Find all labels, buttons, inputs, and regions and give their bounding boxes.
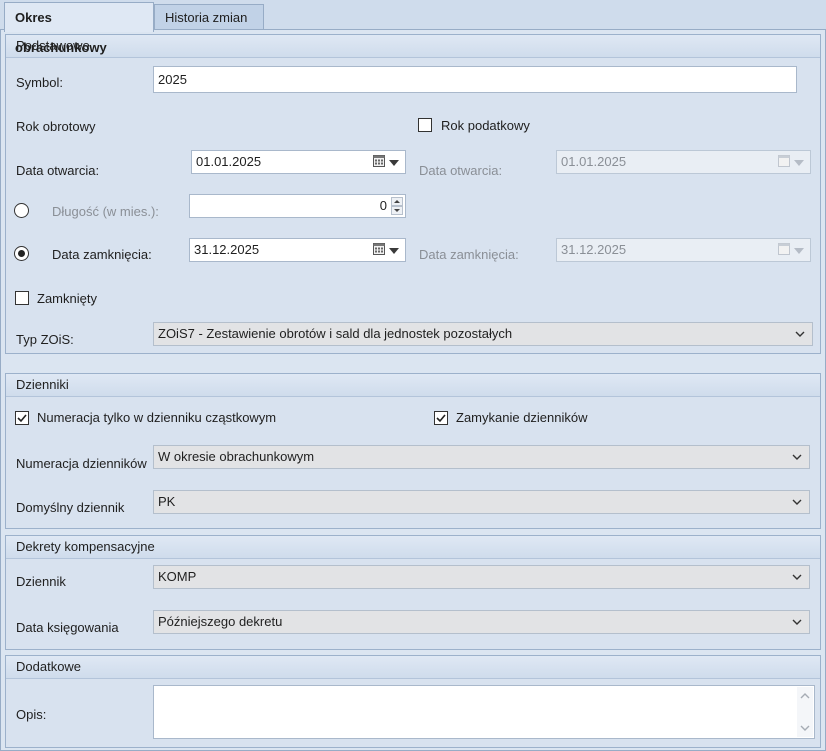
data-otwarcia-date-input[interactable]: 01.01.2025	[191, 150, 406, 174]
dropdown-arrow-icon[interactable]	[389, 248, 399, 254]
dropdown-arrow-icon	[794, 248, 804, 254]
numeracja-dziennikow-value: W okresie obrachunkowym	[158, 449, 315, 464]
tab-okres-obrachunkowy[interactable]: Okres obrachunkowy	[4, 2, 154, 55]
radio-selected-dot	[18, 250, 25, 257]
dlugosc-label: Długość (w mies.):	[52, 204, 159, 219]
calendar-icon[interactable]	[373, 155, 385, 167]
calendar-icon	[778, 243, 790, 255]
chevron-down-icon	[792, 574, 802, 580]
symbol-label: Symbol:	[16, 75, 63, 90]
group-header-podstawowe: Podstawowe	[6, 35, 820, 58]
typ-zois-value: ZOiS7 - Zestawienie obrotów i sald dla j…	[158, 326, 513, 341]
dropdown-arrow-icon	[794, 160, 804, 166]
typ-zois-select[interactable]: ZOiS7 - Zestawienie obrotów i sald dla j…	[153, 322, 813, 346]
zamykanie-label: Zamykanie dzienników	[456, 410, 588, 425]
data-zamkniecia-radio[interactable]	[14, 246, 29, 261]
group-podstawowe: Podstawowe Symbol: 2025 Rok obrotowy Rok…	[5, 34, 821, 354]
numeracja-dziennikow-label: Numeracja dzienników	[16, 456, 147, 471]
zamkniety-label: Zamknięty	[37, 291, 97, 306]
typ-zois-label: Typ ZOiS:	[16, 332, 74, 347]
data-zamkniecia-label: Data zamknięcia:	[52, 247, 152, 262]
calendar-icon	[778, 155, 790, 167]
scroll-down-icon[interactable]	[799, 722, 811, 734]
data-zamkniecia-pod-date-input: 31.12.2025	[556, 238, 811, 262]
data-zamkniecia-pod-value: 31.12.2025	[561, 242, 627, 257]
data-ksiegowania-value: Późniejszego dekretu	[158, 614, 283, 629]
data-zamkniecia-value: 31.12.2025	[194, 242, 260, 257]
dlugosc-value: 0	[379, 198, 387, 213]
dziennik-label: Dziennik	[16, 574, 66, 589]
data-ksiegowania-label: Data księgowania	[16, 620, 119, 635]
checkmark-icon	[436, 414, 446, 423]
zamkniety-checkbox[interactable]	[15, 291, 29, 305]
numeracja-tylko-checkbox[interactable]	[15, 411, 29, 425]
data-ksiegowania-select[interactable]: Późniejszego dekretu	[153, 610, 810, 634]
chevron-down-icon	[795, 331, 805, 337]
checkmark-icon	[17, 414, 27, 423]
zamykanie-checkbox[interactable]	[434, 411, 448, 425]
data-otwarcia-pod-date-input: 01.01.2025	[556, 150, 811, 174]
form-panel: Podstawowe Symbol: 2025 Rok obrotowy Rok…	[0, 29, 826, 751]
rok-obrotowy-label: Rok obrotowy	[16, 119, 96, 134]
group-dzienniki: Dzienniki Numeracja tylko w dzienniku cz…	[5, 373, 821, 529]
tab-historia-zmian[interactable]: Historia zmian	[154, 4, 264, 30]
opis-label: Opis:	[16, 707, 47, 722]
opis-scrollbar[interactable]	[797, 687, 813, 737]
tab-bar: Okres obrachunkowy Historia zmian	[0, 0, 826, 55]
chevron-down-icon	[792, 619, 802, 625]
domyslny-dziennik-value: PK	[158, 494, 176, 509]
domyslny-dziennik-label: Domyślny dziennik	[16, 500, 125, 515]
numeracja-tylko-label: Numeracja tylko w dzienniku cząstkowym	[37, 410, 277, 425]
rok-podatkowy-label: Rok podatkowy	[441, 118, 530, 133]
chevron-down-icon	[792, 454, 802, 460]
opis-textarea[interactable]	[153, 685, 815, 739]
data-zamkniecia-date-input[interactable]: 31.12.2025	[189, 238, 406, 262]
group-header-dodatkowe: Dodatkowe	[6, 656, 820, 679]
data-otwarcia-label: Data otwarcia:	[16, 163, 100, 178]
symbol-input[interactable]: 2025	[153, 66, 797, 93]
group-dekrety: Dekrety kompensacyjne Dziennik KOMP Data…	[5, 535, 821, 650]
dziennik-value: KOMP	[158, 569, 197, 584]
scroll-up-icon[interactable]	[799, 690, 811, 702]
spin-arrows-icon[interactable]	[391, 197, 403, 215]
dlugosc-radio[interactable]	[14, 203, 29, 218]
dropdown-arrow-icon[interactable]	[389, 160, 399, 166]
dziennik-select[interactable]: KOMP	[153, 565, 810, 589]
rok-podatkowy-checkbox[interactable]	[418, 118, 432, 132]
dlugosc-stepper[interactable]: 0	[189, 194, 406, 218]
group-header-dzienniki: Dzienniki	[6, 374, 820, 397]
group-header-dekrety: Dekrety kompensacyjne	[6, 536, 820, 559]
numeracja-dziennikow-select[interactable]: W okresie obrachunkowym	[153, 445, 810, 469]
data-otwarcia-pod-value: 01.01.2025	[561, 154, 627, 169]
chevron-down-icon	[792, 499, 802, 505]
calendar-icon[interactable]	[373, 243, 385, 255]
domyslny-dziennik-select[interactable]: PK	[153, 490, 810, 514]
data-otwarcia-value: 01.01.2025	[196, 154, 262, 169]
group-dodatkowe: Dodatkowe Opis:	[5, 655, 821, 748]
data-otwarcia-pod-label: Data otwarcia:	[419, 163, 503, 178]
data-zamkniecia-pod-label: Data zamknięcia:	[419, 247, 519, 262]
